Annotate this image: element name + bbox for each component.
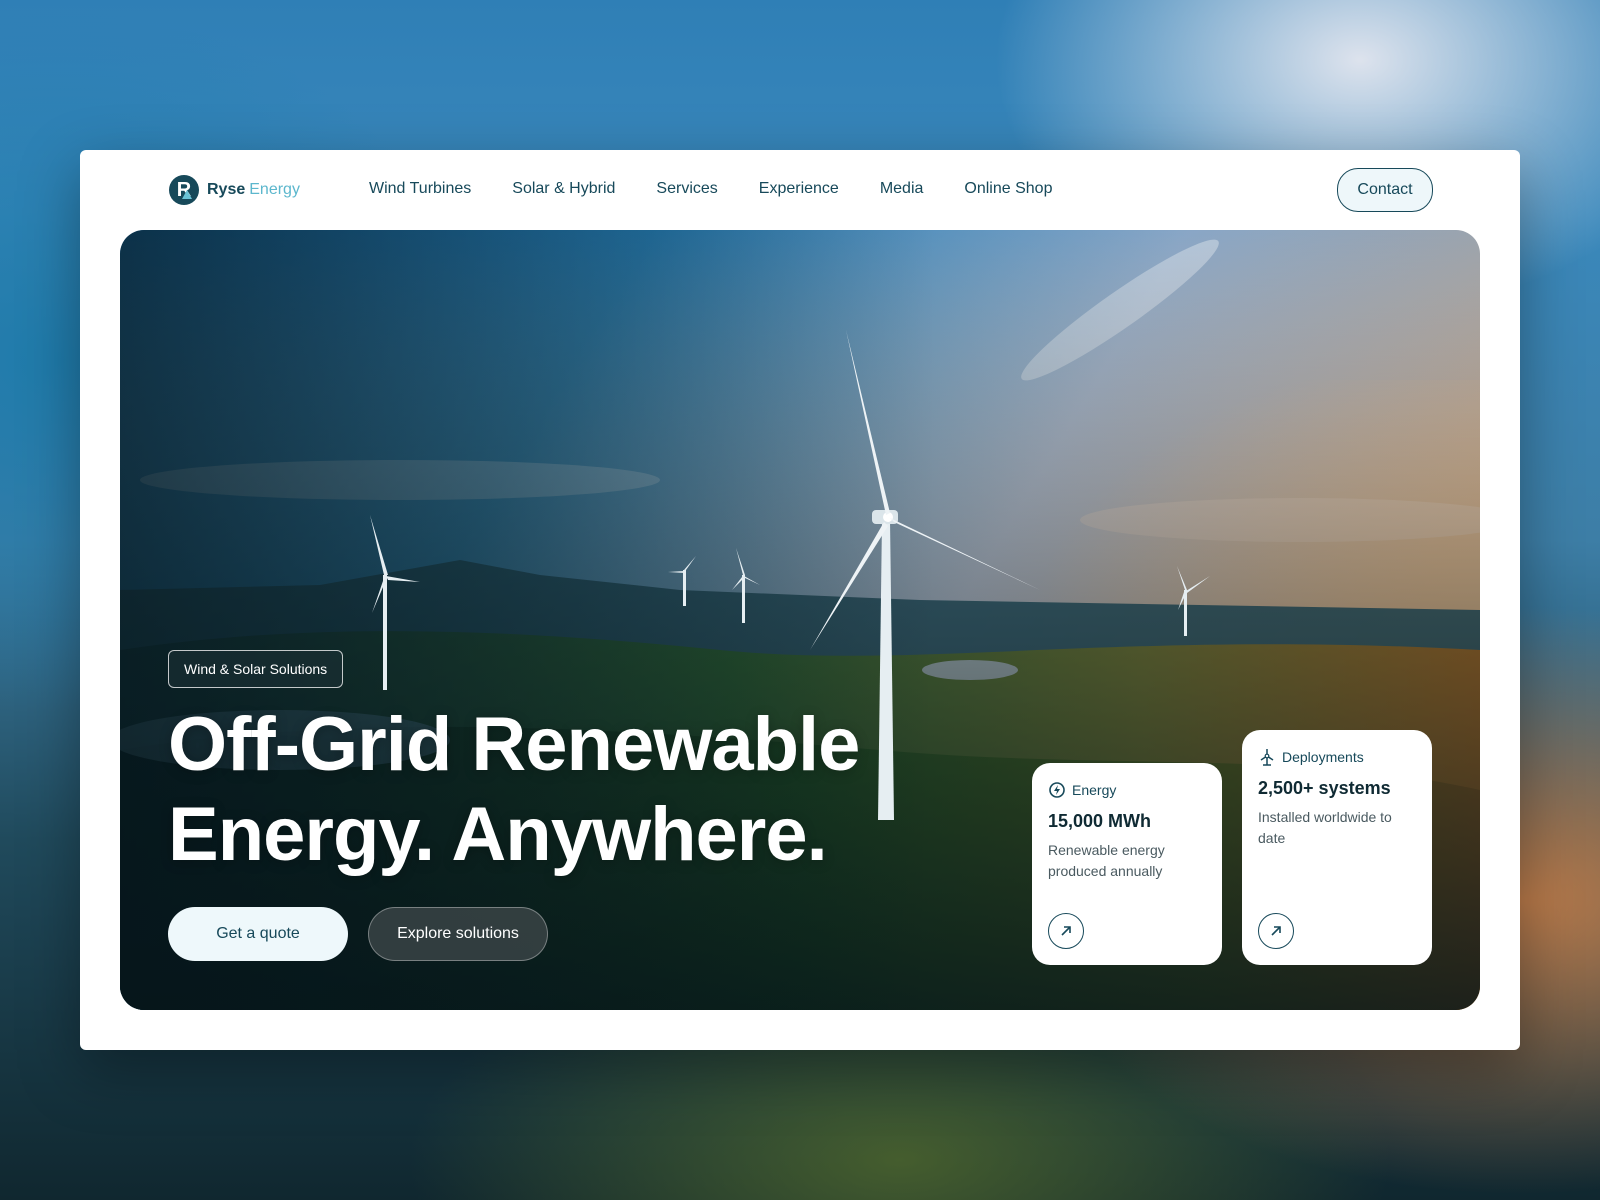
nav-item-solar-hybrid[interactable]: Solar & Hybrid (512, 180, 615, 198)
card-header: Deployments (1258, 748, 1416, 766)
stat-card-deployments[interactable]: Deployments 2,500+ systems Installed wor… (1242, 730, 1432, 965)
nav-item-services[interactable]: Services (656, 180, 717, 198)
nav-item-media[interactable]: Media (880, 180, 924, 198)
hero-tag: Wind & Solar Solutions (168, 650, 344, 688)
nav-item-wind-turbines[interactable]: Wind Turbines (369, 180, 471, 198)
card-title: Energy (1072, 782, 1117, 798)
browser-window: R Ryse Energy Wind Turbines Solar & Hybr… (80, 150, 1520, 1050)
card-title: Deployments (1282, 749, 1364, 765)
nav-item-experience[interactable]: Experience (759, 180, 839, 198)
stat-card-energy[interactable]: Energy 15,000 MWh Renewable energy produ… (1032, 763, 1222, 965)
card-header: Energy (1048, 781, 1206, 799)
card-value: 2,500+ systems (1258, 778, 1391, 798)
nav-item-online-shop[interactable]: Online Shop (964, 180, 1052, 198)
contact-button[interactable]: Contact (1337, 168, 1433, 212)
logo-letter: R (176, 178, 192, 201)
brand-logo[interactable]: R Ryse Energy (169, 175, 300, 205)
arrow-up-right-icon[interactable] (1048, 913, 1084, 949)
get-quote-button[interactable]: Get a quote (168, 907, 348, 961)
wind-turbine-icon (1260, 749, 1274, 766)
brand-name-secondary: Energy (249, 181, 300, 198)
brand-name-primary: Ryse (207, 181, 246, 198)
logo-mark-icon: R (169, 175, 199, 205)
hero-section: Wind & Solar Solutions Off-Grid Renewabl… (120, 230, 1480, 1010)
top-navigation: R Ryse Energy Wind Turbines Solar & Hybr… (80, 150, 1520, 230)
card-value: 15,000 MWh (1048, 811, 1152, 831)
hero-headline-line1: Off-Grid Renewable (168, 702, 860, 787)
card-description: Installed worldwide to date (1258, 809, 1392, 846)
hero-headline: Off-Grid Renewable Energy. Anywhere. (168, 700, 860, 880)
card-description: Renewable energy produced annually (1048, 842, 1165, 879)
main-menu: Wind Turbines Solar & Hybrid Services Ex… (369, 180, 1093, 198)
hero-headline-line2: Energy. Anywhere. (168, 792, 828, 877)
explore-solutions-button[interactable]: Explore solutions (368, 907, 548, 961)
arrow-up-right-icon[interactable] (1258, 913, 1294, 949)
energy-icon (1049, 782, 1065, 798)
